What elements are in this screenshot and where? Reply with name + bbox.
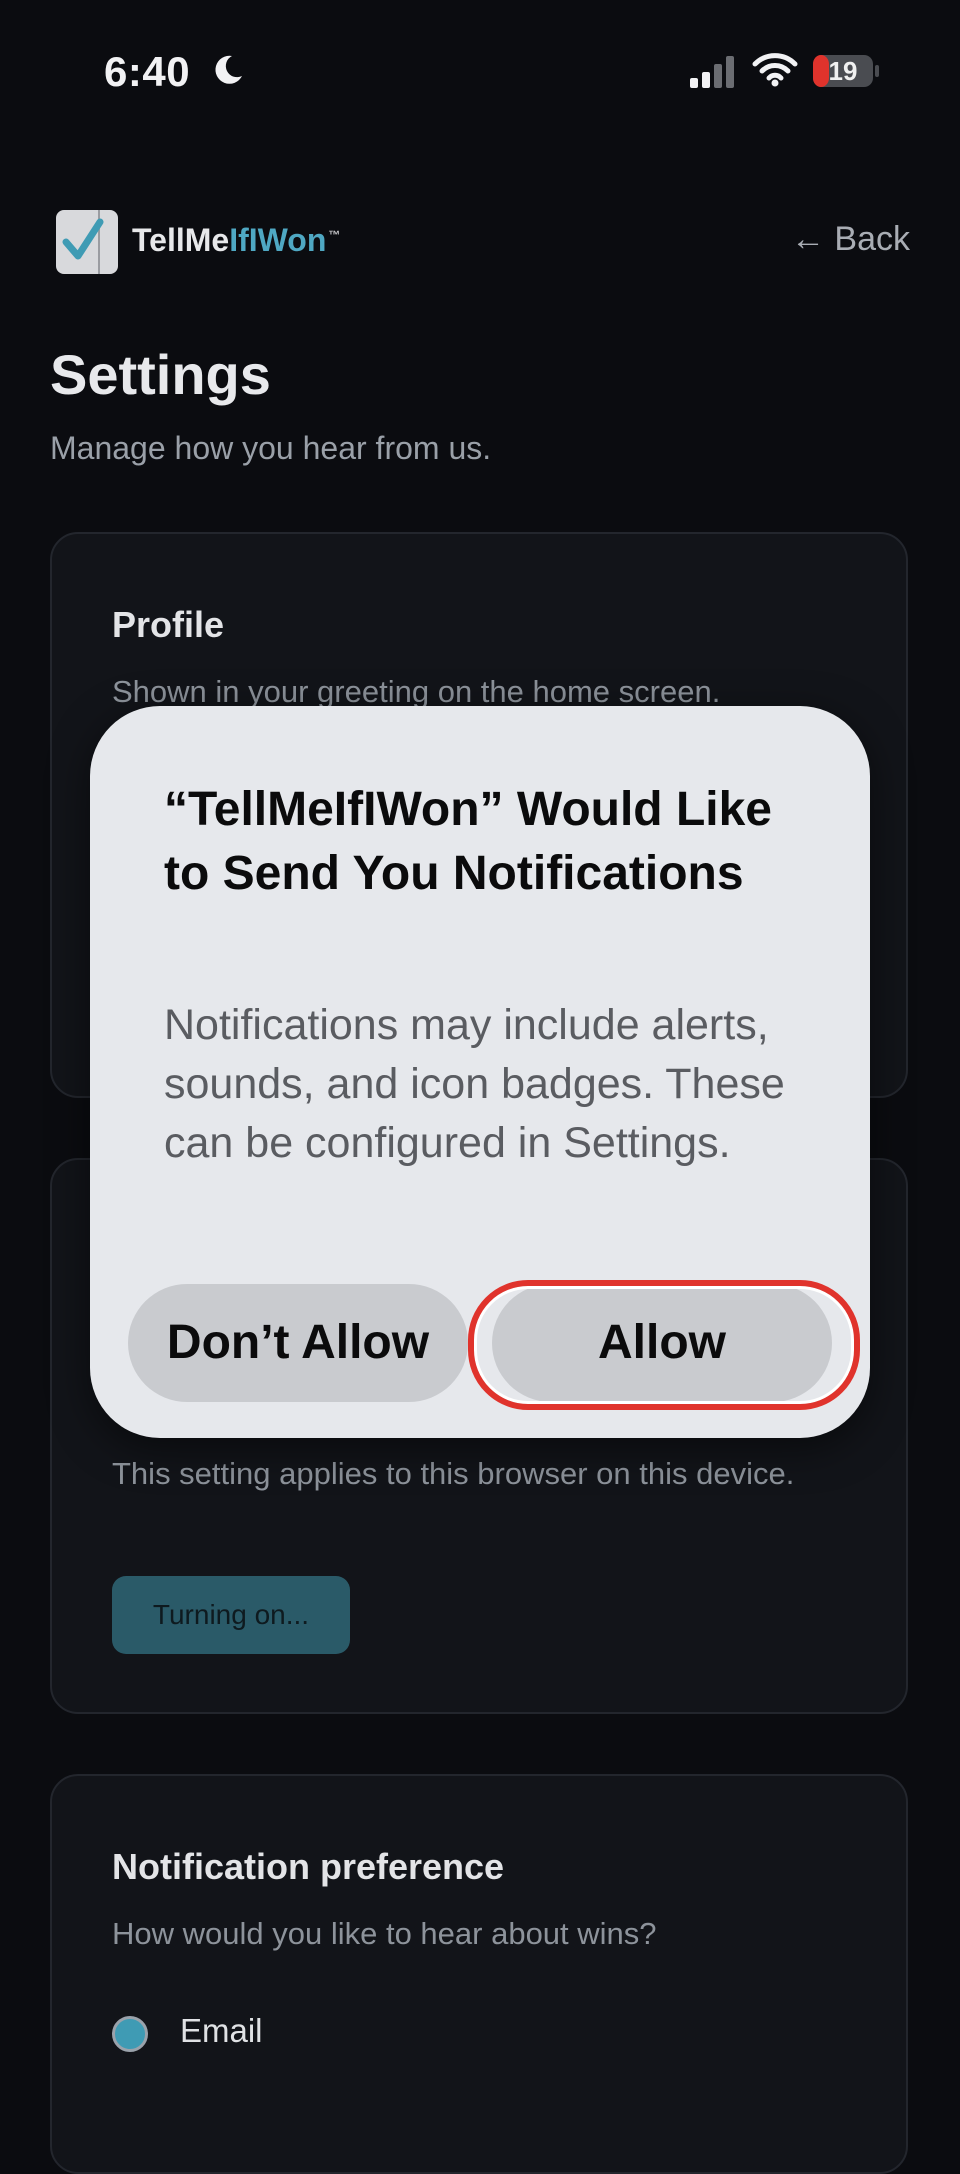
push-setting-note: This setting applies to this browser on … (112, 1456, 795, 1491)
wifi-icon (752, 53, 798, 87)
page-subtitle: Manage how you hear from us. (50, 430, 492, 466)
turning-on-button[interactable]: Turning on... (112, 1576, 350, 1654)
email-radio[interactable] (112, 2016, 148, 2052)
notification-permission-alert: “TellMeIfIWon” Would Like to Send You No… (90, 706, 870, 1438)
notification-preference-card: Notification preference How would you li… (50, 1774, 908, 2174)
status-bar: 6:40 19 (0, 0, 960, 140)
notification-preference-question: How would you like to hear about wins? (112, 1916, 657, 1951)
back-button[interactable]: ← Back (791, 220, 910, 259)
status-time: 6:40 (104, 48, 191, 95)
notification-preference-title: Notification preference (112, 1846, 505, 1887)
app-logo-icon (56, 210, 118, 274)
allow-button[interactable]: Allow (492, 1284, 832, 1402)
page-title: Settings (50, 343, 271, 406)
brand-name: TellMeIfIWon ™ (132, 222, 341, 258)
signal-icon (690, 56, 734, 88)
alert-message: Notifications may include alerts, sounds… (164, 1001, 785, 1167)
moon-icon (215, 55, 242, 84)
dont-allow-button[interactable]: Don’t Allow (128, 1284, 468, 1402)
alert-title: “TellMeIfIWon” Would Like to Send You No… (164, 783, 772, 900)
battery-level: 19 (828, 56, 858, 86)
profile-title: Profile (112, 604, 225, 645)
email-option-label[interactable]: Email (180, 2012, 263, 2050)
